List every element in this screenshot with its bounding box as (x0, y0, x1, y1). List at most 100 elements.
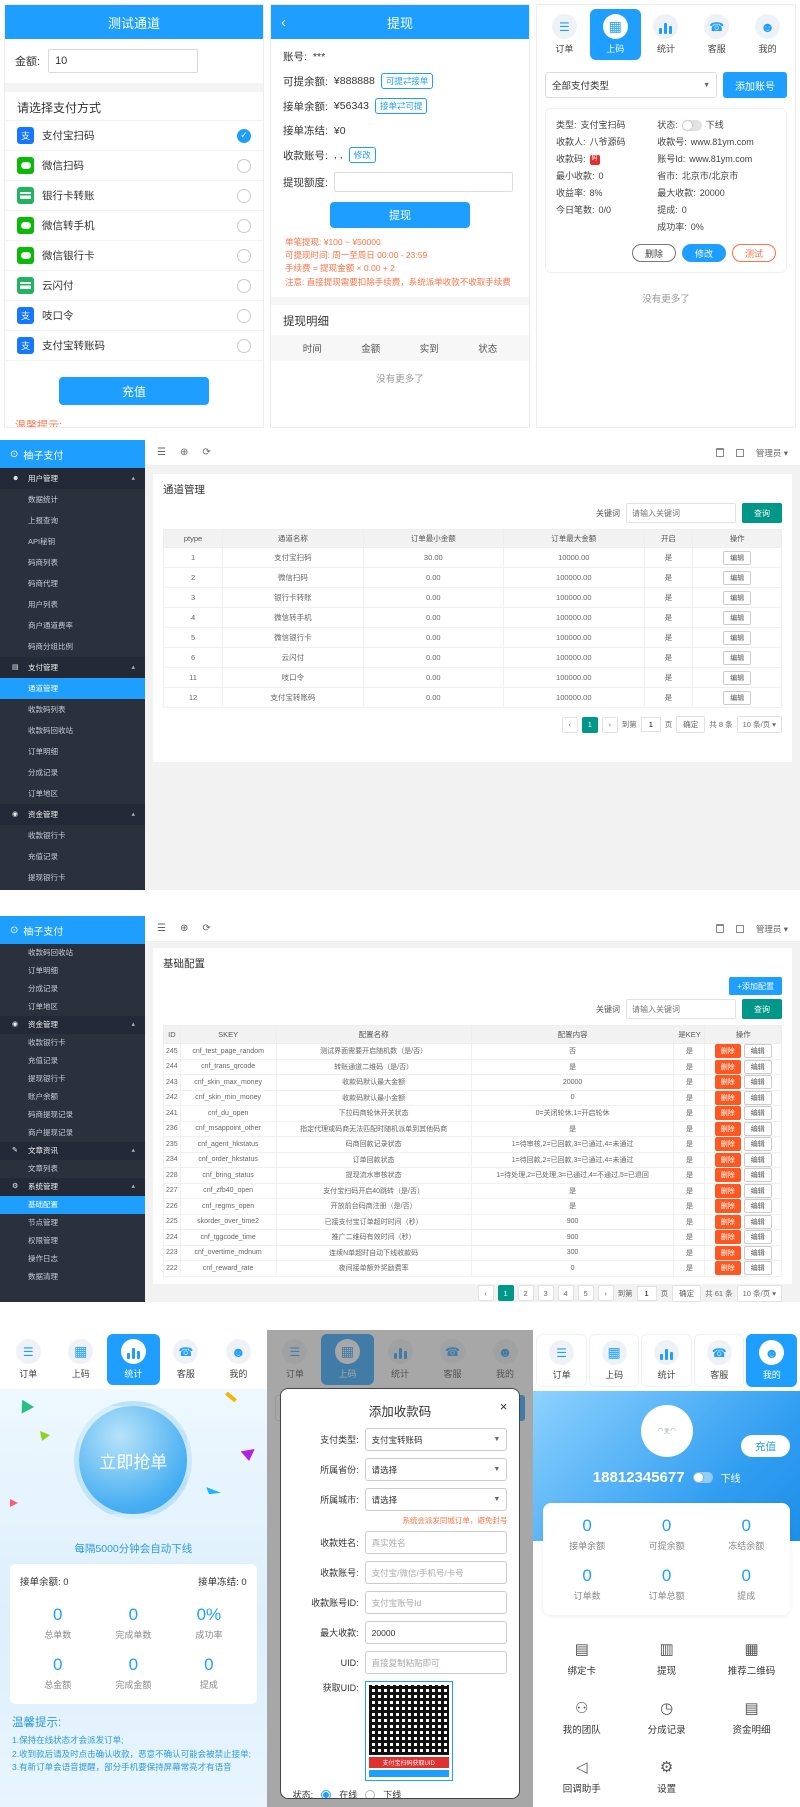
pay-type-select[interactable]: 支付宝转账码▼ (365, 1428, 508, 1451)
per-page-select[interactable]: 10 条/页 ▾ (737, 716, 782, 733)
sidebar-item[interactable]: 文章列表 (0, 1160, 145, 1178)
sidebar-item[interactable]: 通道管理 (0, 678, 145, 699)
edit-button[interactable]: 编辑 (744, 1246, 772, 1260)
payment-method-radio[interactable] (237, 129, 251, 143)
sidebar-item[interactable]: 权限管理 (0, 1232, 145, 1250)
tab[interactable]: 统计 (107, 1334, 160, 1385)
page-number-button[interactable]: 5 (578, 1285, 594, 1301)
online-toggle[interactable] (682, 120, 702, 131)
admin-user-menu[interactable]: 管理员 ▾ (756, 447, 788, 459)
page-number-button[interactable]: 3 (538, 1285, 554, 1301)
tab[interactable]: 客服 (691, 9, 742, 60)
online-radio[interactable] (321, 1790, 331, 1800)
edit-button[interactable]: 编辑 (744, 1168, 772, 1182)
delete-button[interactable]: 删除 (715, 1261, 741, 1275)
next-page-button[interactable]: › (602, 717, 618, 733)
payment-method-radio[interactable] (237, 339, 251, 353)
sidebar-item[interactable]: 用户列表 (0, 594, 145, 615)
add-account-button[interactable]: 添加账号 (723, 72, 787, 98)
sidebar-item[interactable]: ☻ 用户管理 (0, 468, 145, 489)
tab[interactable]: 上码 (55, 1334, 108, 1385)
delete-button[interactable]: 删除 (715, 1044, 741, 1058)
page-number-button[interactable]: 4 (558, 1285, 574, 1301)
tab[interactable]: 我的 (746, 1334, 797, 1387)
payment-method-row[interactable]: 微信扫码 (5, 151, 263, 181)
sidebar-item[interactable]: 数据清理 (0, 1268, 145, 1286)
sidebar-item[interactable]: ✎ 文章资讯 (0, 1142, 145, 1160)
qr-code-icon[interactable]: 码 (590, 155, 600, 165)
sidebar-item[interactable]: 提现银行卡 (0, 1070, 145, 1088)
tab[interactable]: 我的 (212, 1334, 265, 1385)
offline-radio[interactable] (365, 1790, 375, 1800)
tab[interactable]: 上码 (590, 9, 641, 60)
edit-button[interactable]: 编辑 (744, 1137, 772, 1151)
confirm-button[interactable]: 确定 (676, 716, 705, 733)
sidebar-item[interactable]: 收款银行卡 (0, 825, 145, 846)
sidebar-item[interactable]: 上报查询 (0, 510, 145, 531)
edit-button[interactable]: 编辑 (723, 671, 751, 685)
payment-method-row[interactable]: 微信银行卡 (5, 241, 263, 271)
tab[interactable]: 统计 (641, 1334, 692, 1387)
sidebar-item[interactable]: 提现银行卡 (0, 867, 145, 888)
sidebar-item[interactable]: 收款码回收站 (0, 720, 145, 741)
payment-method-radio[interactable] (237, 189, 251, 203)
keyword-input[interactable] (626, 503, 736, 523)
tab[interactable]: 统计 (641, 9, 692, 60)
delete-button[interactable]: 删除 (715, 1246, 741, 1260)
tab[interactable]: 订单 (536, 1334, 587, 1387)
sidebar-item[interactable]: 商户提现记录 (0, 1124, 145, 1142)
payment-method-radio[interactable] (237, 219, 251, 233)
edit-button[interactable]: 编辑 (723, 571, 751, 585)
withdraw-amount-input[interactable] (334, 172, 513, 192)
refresh-icon[interactable]: ⟳ (202, 923, 210, 934)
menu-item[interactable]: ▤ 绑定卡 (539, 1629, 624, 1688)
payee-accountid-input[interactable] (365, 1591, 508, 1614)
transfer-to-available-button[interactable]: 接单⇄可提 (375, 98, 428, 114)
sidebar-item[interactable]: 充值记录 (0, 846, 145, 867)
close-icon[interactable]: × (500, 1399, 508, 1414)
menu-item[interactable]: ▥ 提现 (624, 1629, 709, 1688)
payment-method-row[interactable]: 支付宝转账码 (5, 331, 263, 361)
sidebar-item[interactable]: 基础配置 (0, 1196, 145, 1214)
amount-input[interactable] (48, 49, 198, 73)
edit-button[interactable]: 编辑 (723, 631, 751, 645)
delete-button[interactable]: 删除 (715, 1168, 741, 1182)
sidebar-item[interactable]: ◉ 资金管理 (0, 804, 145, 825)
delete-button[interactable]: 删除 (715, 1122, 741, 1136)
edit-button[interactable]: 编辑 (744, 1122, 772, 1136)
sidebar-item[interactable]: 充值记录 (0, 1052, 145, 1070)
delete-button[interactable]: 删除 (632, 244, 676, 262)
confirm-button[interactable]: 确定 (672, 1285, 701, 1302)
delete-button[interactable]: 删除 (715, 1091, 741, 1105)
jump-page-input[interactable] (641, 717, 661, 732)
sidebar-item[interactable]: 收款银行卡 (0, 1034, 145, 1052)
online-toggle[interactable] (693, 1472, 713, 1483)
payment-method-row[interactable]: 银行卡转账 (5, 181, 263, 211)
city-select[interactable]: 请选择▼ (365, 1488, 508, 1511)
sidebar-item[interactable]: 收款码列表 (0, 699, 145, 720)
add-config-button[interactable]: +添加配置 (729, 977, 782, 995)
modify-button[interactable]: 修改 (682, 244, 726, 262)
delete-button[interactable]: 删除 (715, 1184, 741, 1198)
modify-payee-button[interactable]: 修改 (349, 147, 376, 163)
tab[interactable]: 订单 (539, 9, 590, 60)
menu-item[interactable]: ▦ 推荐二维码 (709, 1629, 794, 1688)
menu-item[interactable]: ⚙ 设置 (624, 1747, 709, 1806)
edit-button[interactable]: 编辑 (744, 1075, 772, 1089)
sidebar-item[interactable]: 分成记录 (0, 762, 145, 783)
payment-method-radio[interactable] (237, 279, 251, 293)
admin-user-menu[interactable]: 管理员 ▾ (756, 923, 788, 935)
sidebar-item[interactable]: ▤ 支付管理 (0, 657, 145, 678)
sidebar-item[interactable]: 订单明细 (0, 741, 145, 762)
refresh-icon[interactable]: ⟳ (202, 447, 210, 458)
edit-button[interactable]: 编辑 (744, 1091, 772, 1105)
sidebar-item[interactable]: 订单地区 (0, 783, 145, 804)
sidebar-item[interactable]: 码商列表 (0, 552, 145, 573)
sidebar-item[interactable]: 码商提现记录 (0, 1106, 145, 1124)
edit-button[interactable]: 编辑 (744, 1153, 772, 1167)
fullscreen-icon[interactable] (736, 925, 744, 933)
page-number-button[interactable]: 1 (498, 1285, 514, 1301)
delete-button[interactable]: 删除 (715, 1153, 741, 1167)
payee-account-input[interactable] (365, 1561, 508, 1584)
payment-method-row[interactable]: 吱口令 (5, 301, 263, 331)
